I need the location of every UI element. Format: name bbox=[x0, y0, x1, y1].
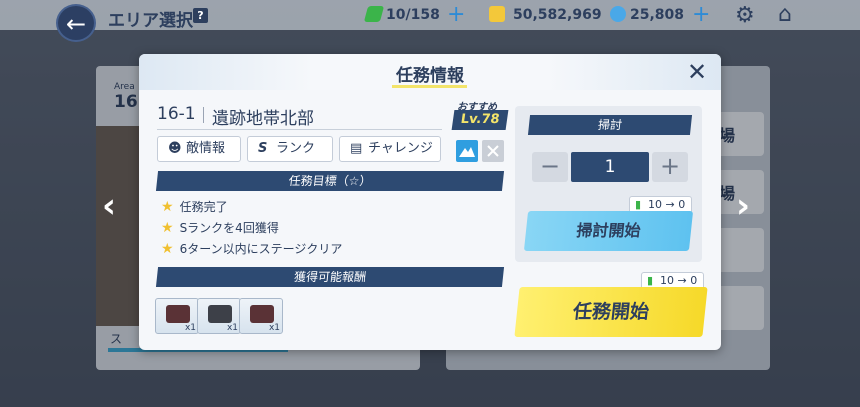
ap-value: 10/158 bbox=[386, 7, 440, 23]
modal-title: 任務情報 bbox=[396, 66, 464, 86]
plus-icon: + bbox=[652, 152, 688, 182]
goal-text: Sランクを4回獲得 bbox=[179, 221, 279, 235]
goal-text: 6ターン以内にステージクリア bbox=[179, 242, 343, 256]
reward-item[interactable]: x1 bbox=[197, 298, 241, 334]
start-cost: 10 → 0 bbox=[660, 274, 698, 287]
rank-s-icon: S bbox=[258, 141, 268, 156]
home-icon[interactable]: ⌂ bbox=[778, 2, 792, 27]
tab-label: 敵情報 bbox=[186, 141, 226, 156]
reward-count: x1 bbox=[226, 323, 238, 333]
gem-plus-button[interactable]: + bbox=[692, 2, 710, 27]
sweep-plus-button[interactable]: + bbox=[652, 152, 688, 182]
divider bbox=[157, 129, 442, 130]
credit-value: 50,582,969 bbox=[513, 7, 602, 23]
sweep-cost: 10 → 0 bbox=[648, 198, 686, 211]
mission-info-modal: 任務情報 ✕ 16-1 遺跡地帯北部 おすすめ Lv.78 ☻ 敵情報 S ラン… bbox=[139, 54, 721, 350]
cancel-filter-icon[interactable] bbox=[482, 140, 504, 162]
enemy-icon: ☻ bbox=[168, 141, 182, 156]
credit-icon bbox=[489, 6, 505, 22]
tab-label: チャレンジ bbox=[368, 141, 433, 156]
prev-area-arrow[interactable]: ‹ bbox=[102, 186, 116, 226]
rewards-header: 獲得可能報酬 bbox=[155, 267, 505, 287]
sweep-header: 掃討 bbox=[527, 115, 693, 135]
tab-challenge[interactable]: ▤ チャレンジ bbox=[339, 136, 441, 162]
reward-icon bbox=[250, 305, 274, 323]
goal-item: ★ 6ターン以内にステージクリア bbox=[161, 240, 342, 257]
sweep-minus-button[interactable]: − bbox=[532, 152, 568, 182]
minus-icon: − bbox=[532, 152, 568, 182]
goal-item: ★ 任務完了 bbox=[161, 198, 228, 215]
gem-icon bbox=[610, 6, 626, 22]
reward-icon bbox=[166, 305, 190, 323]
reward-item[interactable]: x1 bbox=[155, 298, 199, 334]
stage-name: 遺跡地帯北部 bbox=[212, 109, 314, 129]
tab-enemy-info[interactable]: ☻ 敵情報 bbox=[157, 136, 241, 162]
next-area-arrow[interactable]: › bbox=[736, 186, 750, 226]
gem-value: 25,808 bbox=[630, 7, 685, 23]
terrain-icon[interactable] bbox=[456, 140, 478, 162]
document-icon: ▤ bbox=[350, 141, 363, 156]
title-underline bbox=[392, 85, 467, 88]
stage-code: 16-1 bbox=[157, 104, 196, 124]
sweep-quantity: 1 bbox=[571, 152, 649, 182]
star-icon: ★ bbox=[161, 241, 174, 257]
reward-count: x1 bbox=[184, 323, 196, 333]
sweep-start-button[interactable]: 掃討開始 bbox=[523, 211, 694, 251]
goals-header: 任務目標（☆） bbox=[155, 171, 505, 191]
tab-rank[interactable]: S ランク bbox=[247, 136, 333, 162]
reward-icon bbox=[208, 305, 232, 323]
divider bbox=[203, 107, 204, 123]
star-icon: ★ bbox=[161, 199, 174, 215]
goal-item: ★ Sランクを4回獲得 bbox=[161, 219, 279, 236]
goal-text: 任務完了 bbox=[179, 200, 228, 214]
settings-icon[interactable]: ⚙ bbox=[735, 3, 755, 28]
star-icon: ★ bbox=[161, 220, 174, 236]
ap-icon bbox=[363, 6, 385, 22]
tab-label: ランク bbox=[276, 141, 316, 156]
reward-item[interactable]: x1 bbox=[239, 298, 283, 334]
help-icon[interactable]: ? bbox=[193, 8, 208, 23]
recommended-level-badge: Lv.78 bbox=[451, 110, 509, 130]
page-title: エリア選択 bbox=[108, 11, 193, 31]
top-bar: ← エリア選択 ? 10/158 + 50,582,969 25,808 + ⚙… bbox=[0, 0, 860, 42]
ap-plus-button[interactable]: + bbox=[447, 2, 465, 27]
back-button[interactable]: ← bbox=[56, 4, 96, 42]
close-icon[interactable]: ✕ bbox=[687, 58, 707, 86]
mission-start-button[interactable]: 任務開始 bbox=[514, 287, 708, 337]
reward-count: x1 bbox=[268, 323, 280, 333]
